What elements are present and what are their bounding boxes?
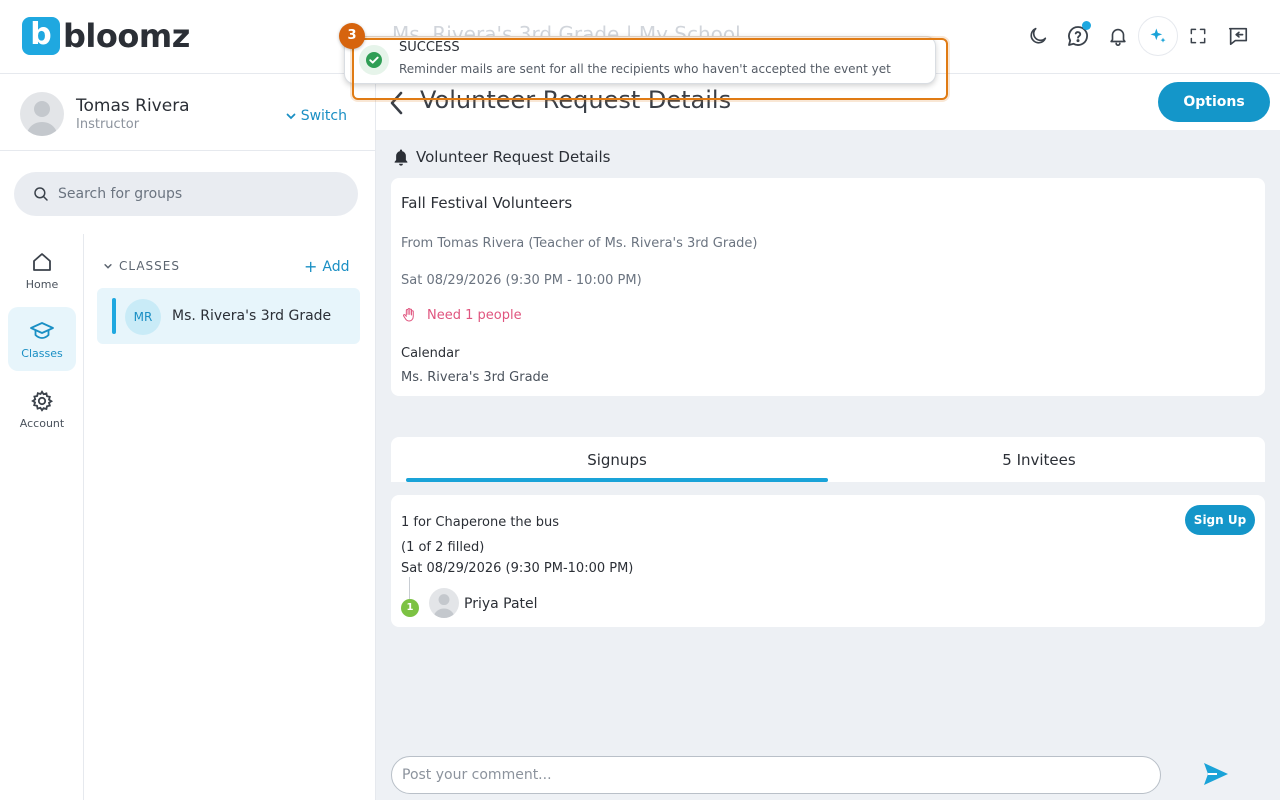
need-text: Need 1 people [427, 307, 522, 323]
nav-home-label: Home [25, 277, 59, 291]
moon-icon [1030, 27, 1047, 44]
help-notification-dot [1082, 21, 1091, 30]
divider [0, 150, 376, 151]
user-profile: Tomas Rivera Instructor [20, 92, 190, 136]
switch-label: Switch [300, 108, 347, 124]
switch-account-button[interactable]: Switch [285, 108, 347, 124]
tree-connector [409, 577, 410, 599]
chevron-down-icon [286, 113, 296, 120]
nav-account-label: Account [19, 416, 65, 430]
notifications-button[interactable] [1098, 16, 1138, 56]
nav-classes-label: Classes [21, 346, 63, 360]
event-date: Sat 08/29/2026 (9:30 PM - 10:00 PM) [401, 273, 642, 288]
comment-bar: Post your comment... [376, 750, 1280, 800]
sparkle-icon [1150, 28, 1166, 43]
group-search-input[interactable]: Search for groups [14, 172, 358, 216]
signup-slot-card: 1 for Chaperone the bus (1 of 2 filled) … [391, 495, 1265, 627]
bell-icon [394, 149, 408, 166]
class-item[interactable]: MR Ms. Rivera's 3rd Grade [97, 288, 360, 344]
event-details-card: Fall Festival Volunteers From Tomas Rive… [391, 178, 1265, 396]
options-button[interactable]: Options [1158, 82, 1270, 122]
fullscreen-button[interactable] [1178, 16, 1218, 56]
need-count: Need 1 people [401, 306, 522, 324]
section-title-text: Volunteer Request Details [416, 148, 611, 166]
step-number-badge: 3 [339, 23, 365, 49]
slot-time: Sat 08/29/2026 (9:30 PM-10:00 PM) [401, 561, 634, 576]
graduation-cap-icon [30, 321, 54, 339]
active-tab-indicator [406, 478, 828, 482]
comment-input[interactable]: Post your comment... [391, 756, 1161, 794]
nav-classes[interactable]: Classes [8, 307, 76, 371]
tab-signups[interactable]: Signups [406, 437, 828, 482]
user-avatar [20, 92, 64, 136]
user-role: Instructor [76, 117, 140, 132]
main-content: Volunteer Request Details Options Volunt… [376, 74, 1280, 750]
message-back-icon [1228, 27, 1248, 46]
search-icon [34, 187, 48, 201]
participant-avatar [429, 588, 459, 618]
hand-icon [403, 307, 414, 322]
send-button[interactable] [1202, 761, 1230, 791]
dark-mode-button[interactable] [1018, 16, 1058, 56]
send-icon [1204, 763, 1228, 785]
classes-section-toggle[interactable]: CLASSES [103, 259, 180, 273]
nav-home[interactable]: Home [8, 238, 76, 302]
add-class-button[interactable]: + Add [304, 257, 350, 276]
active-indicator [112, 298, 116, 334]
section-title: Volunteer Request Details [392, 148, 610, 166]
ai-assistant-button[interactable] [1138, 16, 1178, 56]
slot-filled: (1 of 2 filled) [401, 540, 485, 555]
expand-icon [1190, 28, 1206, 44]
tabs-bar: Signups 5 Invitees [391, 437, 1265, 482]
tab-invitees[interactable]: 5 Invitees [828, 437, 1250, 482]
nav-rail: Home Classes Account [0, 234, 84, 800]
bloomz-logo[interactable]: b bloomz [22, 17, 190, 55]
chat-panel-button[interactable] [1218, 16, 1258, 56]
nav-account[interactable]: Account [8, 377, 76, 441]
sidebar: Tomas Rivera Instructor Switch Search fo… [0, 74, 376, 800]
logo-icon: b [22, 17, 60, 55]
slot-task: 1 for Chaperone the bus [401, 515, 560, 530]
class-name: Ms. Rivera's 3rd Grade [172, 308, 332, 324]
add-class-label: Add [322, 258, 350, 275]
plus-icon: + [304, 257, 318, 276]
home-icon [33, 252, 51, 271]
step-highlight-frame [352, 38, 948, 100]
classes-heading: CLASSES [119, 259, 180, 273]
user-name: Tomas Rivera [76, 96, 190, 116]
calendar-value: Ms. Rivera's 3rd Grade [401, 370, 549, 385]
sign-up-button[interactable]: Sign Up [1185, 505, 1255, 535]
chevron-down-icon [104, 264, 112, 269]
gear-icon [31, 389, 54, 412]
class-initials-badge: MR [125, 299, 161, 335]
bell-icon [1110, 28, 1126, 46]
event-title: Fall Festival Volunteers [401, 194, 573, 212]
participant-name: Priya Patel [464, 596, 538, 612]
participant-number-badge: 1 [401, 599, 419, 617]
search-placeholder: Search for groups [58, 186, 183, 202]
help-button[interactable] [1058, 16, 1098, 56]
logo-text: bloomz [63, 17, 190, 55]
calendar-label: Calendar [401, 346, 460, 361]
event-from: From Tomas Rivera (Teacher of Ms. Rivera… [401, 236, 758, 251]
